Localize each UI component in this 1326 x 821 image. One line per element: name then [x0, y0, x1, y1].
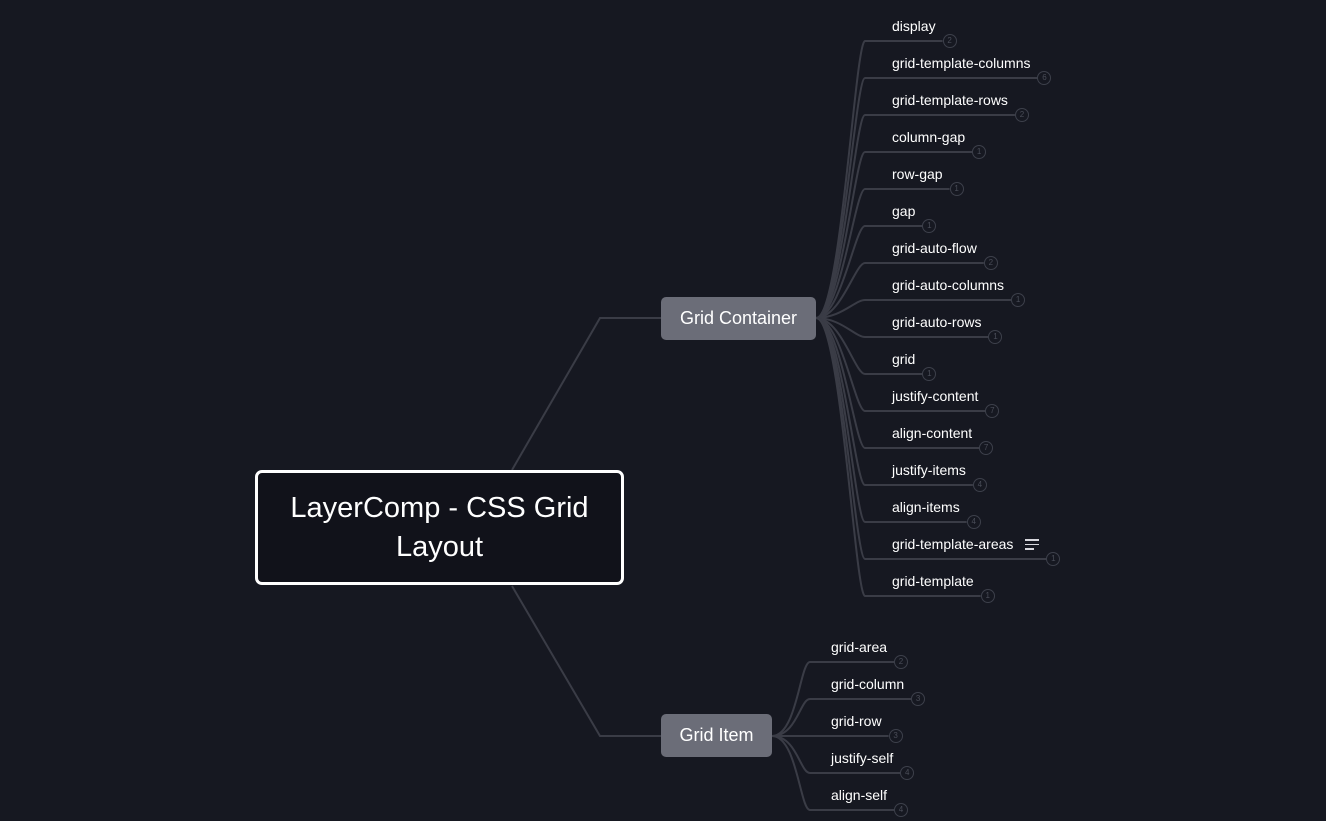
- leaf-node-column-gap[interactable]: column-gap: [892, 128, 965, 146]
- notes-icon[interactable]: [1025, 539, 1040, 550]
- connector-lines: [511, 40, 1047, 811]
- leaf-node-grid-template-areas[interactable]: grid-template-areas: [892, 535, 1013, 553]
- collapse-count-badge[interactable]: 1: [1011, 293, 1026, 307]
- collapse-count-badge[interactable]: 4: [894, 803, 909, 817]
- leaf-node-align-content[interactable]: align-content: [892, 424, 972, 442]
- collapse-count-badge[interactable]: 1: [980, 589, 995, 603]
- leaf-node-grid-row[interactable]: grid-row: [831, 712, 882, 730]
- branch-node-grid-container[interactable]: Grid Container: [661, 297, 816, 340]
- collapse-count-badge[interactable]: 1: [949, 182, 964, 196]
- leaf-node-grid-template[interactable]: grid-template: [892, 572, 974, 590]
- collapse-count-badge[interactable]: 3: [888, 729, 903, 743]
- collapse-count-badge[interactable]: 2: [1014, 108, 1029, 122]
- leaf-node-grid-column[interactable]: grid-column: [831, 675, 904, 693]
- collapse-count-badge[interactable]: 2: [942, 34, 957, 48]
- connector-root-to-grid-container: [511, 317, 661, 471]
- leaf-node-justify-content[interactable]: justify-content: [892, 387, 978, 405]
- leaf-node-grid-auto-columns[interactable]: grid-auto-columns: [892, 276, 1004, 294]
- branch-label: Grid Container: [679, 308, 798, 328]
- leaf-node-grid-template-columns[interactable]: grid-template-columns: [892, 54, 1031, 72]
- leaf-node-grid-auto-flow[interactable]: grid-auto-flow: [892, 239, 977, 257]
- collapse-count-badge[interactable]: 4: [966, 515, 981, 529]
- leaf-node-grid-template-rows[interactable]: grid-template-rows: [892, 91, 1008, 109]
- root-node-title: LayerComp - CSS Grid Layout: [290, 491, 589, 563]
- branch-label: Grid Item: [679, 725, 754, 745]
- collapse-count-badge[interactable]: 2: [983, 256, 998, 270]
- leaf-node-align-self[interactable]: align-self: [831, 786, 887, 804]
- leaf-node-grid[interactable]: grid: [892, 350, 915, 368]
- leaf-node-justify-items[interactable]: justify-items: [892, 461, 966, 479]
- leaf-node-justify-self[interactable]: justify-self: [831, 749, 893, 767]
- collapse-count-badge[interactable]: 2: [894, 655, 909, 669]
- leaf-node-align-items[interactable]: align-items: [892, 498, 960, 516]
- root-node[interactable]: LayerComp - CSS Grid Layout: [255, 470, 624, 585]
- branch-node-grid-item[interactable]: Grid Item: [661, 714, 772, 757]
- connector-root-to-grid-item: [511, 585, 661, 737]
- mind-map-canvas: LayerComp - CSS Grid Layout Grid Contain…: [0, 0, 1326, 821]
- connector-leaf-align-items: [815, 317, 967, 523]
- leaf-node-row-gap[interactable]: row-gap: [892, 165, 943, 183]
- collapse-count-badge[interactable]: 4: [972, 478, 987, 492]
- leaf-node-grid-auto-rows[interactable]: grid-auto-rows: [892, 313, 981, 331]
- leaf-node-gap[interactable]: gap: [892, 202, 915, 220]
- leaf-node-grid-area[interactable]: grid-area: [831, 638, 887, 656]
- leaf-node-display[interactable]: display: [892, 17, 936, 35]
